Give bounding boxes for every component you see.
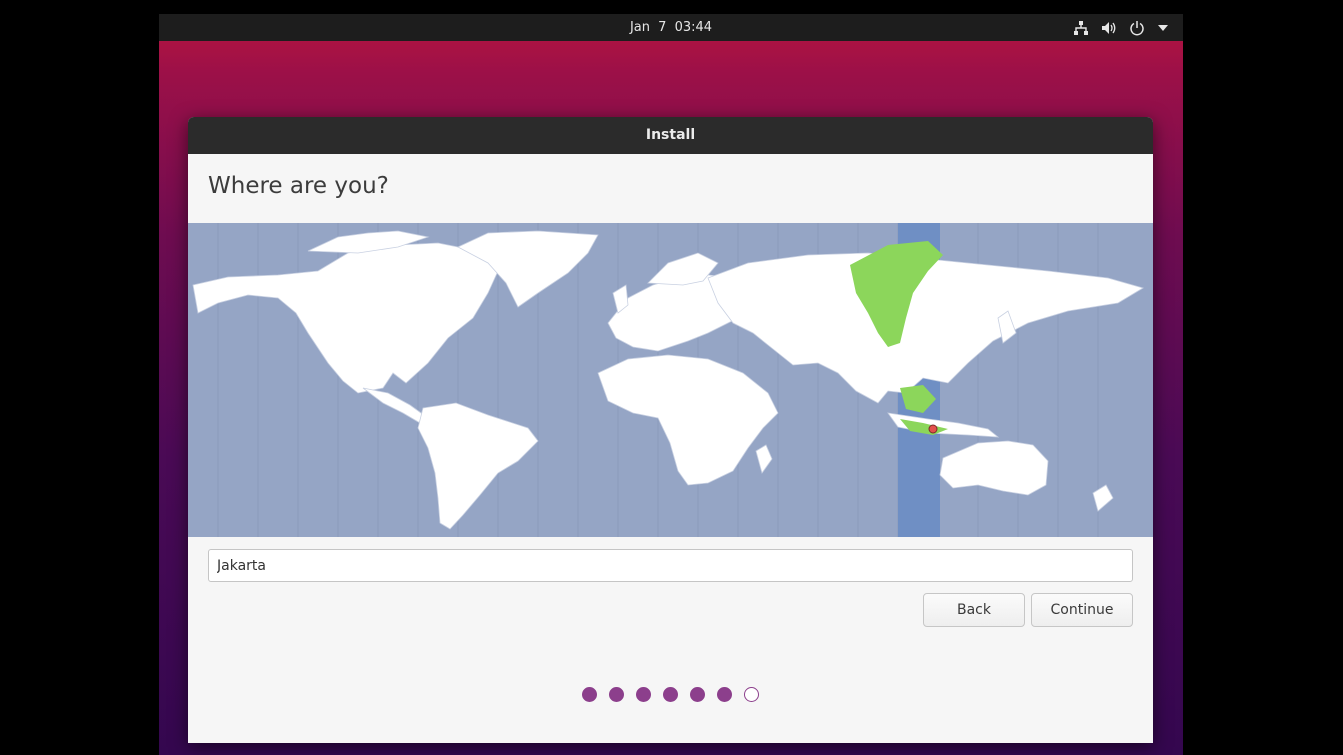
africa: [597, 354, 779, 486]
madagascar: [755, 444, 773, 474]
clock-time: 03:44: [674, 20, 713, 35]
progress-dot: [582, 687, 597, 702]
progress-dots: [582, 687, 759, 702]
clock[interactable]: Jan 7 03:44: [159, 14, 1183, 41]
timezone-map[interactable]: [188, 223, 1153, 537]
north-america: [192, 242, 499, 394]
power-icon[interactable]: [1129, 20, 1145, 36]
progress-dot: [717, 687, 732, 702]
continents: [192, 230, 1144, 530]
volume-icon[interactable]: [1101, 20, 1117, 36]
back-button[interactable]: Back: [923, 593, 1025, 627]
location-input[interactable]: [208, 549, 1133, 582]
top-bar: Jan 7 03:44: [159, 14, 1183, 41]
installer-window: Install Where are you? Jakarta Back Cont…: [188, 117, 1153, 743]
progress-dot: [744, 687, 759, 702]
clock-date: Jan 7: [629, 20, 667, 35]
system-tray[interactable]: [1073, 14, 1169, 41]
page-title: Where are you?: [208, 173, 389, 199]
window-title: Install: [188, 117, 1153, 154]
continue-button[interactable]: Continue: [1031, 593, 1133, 627]
progress-dot: [609, 687, 624, 702]
progress-dot: [690, 687, 705, 702]
location-marker: [928, 424, 938, 434]
progress-dot: [663, 687, 678, 702]
menu-arrow-icon[interactable]: [1157, 20, 1169, 36]
new-zealand: [1092, 484, 1114, 512]
progress-dot: [636, 687, 651, 702]
network-icon[interactable]: [1073, 20, 1089, 36]
australia: [939, 440, 1049, 496]
desktop: Jan 7 03:44 Install Where are you? Jakar…: [159, 14, 1183, 755]
south-america: [417, 402, 539, 530]
